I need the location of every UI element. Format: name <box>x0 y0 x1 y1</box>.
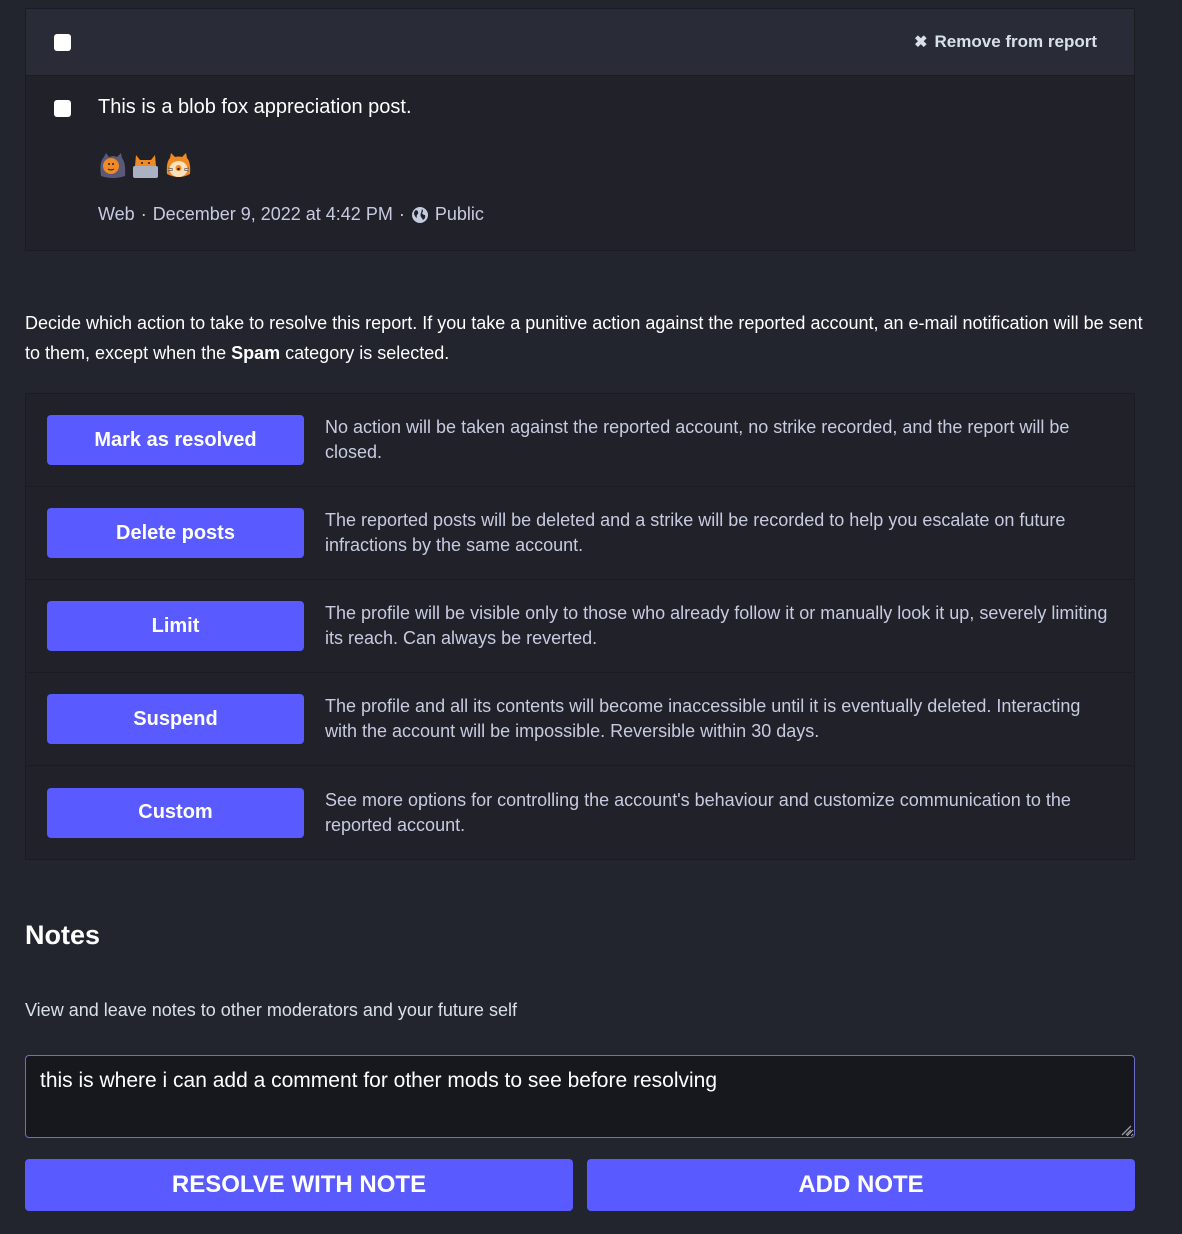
post-checkbox[interactable] <box>54 100 71 117</box>
action-row-limit: Limit The profile will be visible only t… <box>26 580 1134 673</box>
remove-from-report-button[interactable]: ✖ Remove from report <box>914 32 1097 52</box>
delete-posts-button[interactable]: Delete posts <box>47 508 304 558</box>
post-meta: Web · December 9, 2022 at 4:42 PM · Publ… <box>98 204 484 225</box>
report-page: ✖ Remove from report This is a blob fox … <box>0 0 1182 1234</box>
custom-emoji-list <box>98 152 193 180</box>
intro-text-after: category is selected. <box>280 343 450 363</box>
blobfox-laptop-emoji <box>133 155 158 178</box>
post-date[interactable]: December 9, 2022 at 4:42 PM <box>153 204 393 225</box>
reported-post-card: ✖ Remove from report This is a blob fox … <box>25 8 1135 251</box>
note-input[interactable] <box>25 1055 1135 1138</box>
action-row-custom: Custom See more options for controlling … <box>26 766 1134 859</box>
action-row-suspend: Suspend The profile and all its contents… <box>26 673 1134 766</box>
action-description: The reported posts will be deleted and a… <box>325 510 1066 555</box>
post-card-header: ✖ Remove from report <box>26 9 1134 76</box>
meta-separator: · <box>140 204 147 224</box>
intro-spam-category: Spam <box>231 343 281 363</box>
action-description: The profile and all its contents will be… <box>325 696 1081 741</box>
mark-as-resolved-button[interactable]: Mark as resolved <box>47 415 304 465</box>
select-all-checkbox[interactable] <box>54 33 71 51</box>
custom-button[interactable]: Custom <box>47 787 304 838</box>
meta-separator: · <box>398 204 405 224</box>
notes-heading: Notes <box>25 920 101 950</box>
blobfox-hood-emoji <box>100 153 126 178</box>
action-row-delete-posts: Delete posts The reported posts will be … <box>26 487 1134 580</box>
post-visibility: Public <box>434 204 484 224</box>
blobfox-cat-emoji <box>166 153 191 177</box>
action-description: No action will be taken against the repo… <box>325 417 1070 462</box>
globe-icon <box>411 206 428 223</box>
action-row-mark-as-resolved: Mark as resolved No action will be taken… <box>26 394 1134 487</box>
action-description: The profile will be visible only to thos… <box>325 603 1108 648</box>
remove-from-report-label: Remove from report <box>934 32 1097 51</box>
intro-text-before: Decide which action to take to resolve t… <box>25 313 1143 363</box>
report-actions-table: Mark as resolved No action will be taken… <box>25 393 1135 860</box>
resize-handle-icon[interactable] <box>1120 1124 1132 1136</box>
suspend-button[interactable]: Suspend <box>47 694 304 744</box>
resolve-with-note-button[interactable]: RESOLVE WITH NOTE <box>25 1159 573 1211</box>
close-icon: ✖ <box>914 34 928 51</box>
limit-button[interactable]: Limit <box>47 601 304 651</box>
resolution-instructions: Decide which action to take to resolve t… <box>25 308 1145 368</box>
notes-hint: View and leave notes to other moderators… <box>25 1000 517 1020</box>
post-application: Web <box>98 204 135 224</box>
add-note-button[interactable]: ADD NOTE <box>587 1159 1135 1211</box>
post-text: This is a blob fox appreciation post. <box>98 96 412 118</box>
action-description: See more options for controlling the acc… <box>325 789 1071 835</box>
